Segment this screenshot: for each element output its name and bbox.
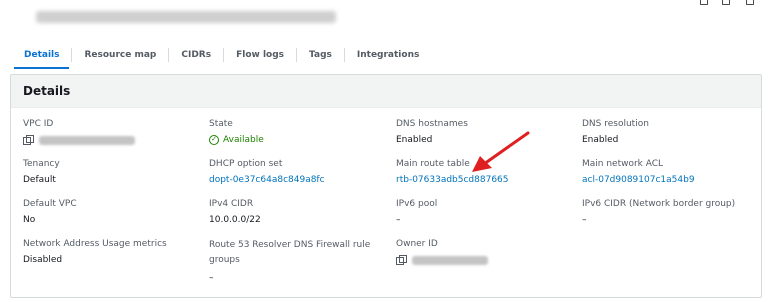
redacted-value xyxy=(412,255,488,265)
field-dhcp-option-set: DHCP option set dopt-0e37c64a8c849a8fc xyxy=(209,158,325,186)
annotation-arrow xyxy=(472,131,530,172)
details-header: Details xyxy=(11,75,761,108)
field-label: State xyxy=(209,119,233,129)
field-label: DHCP option set xyxy=(209,159,283,169)
field-value: – xyxy=(396,215,401,225)
field-value: 10.0.0.0/22 xyxy=(209,215,261,225)
tab-cidrs[interactable]: CIDRs xyxy=(169,45,223,65)
field-label: Default VPC xyxy=(23,199,77,209)
field-ipv4-cidr: IPv4 CIDR 10.0.0.0/22 xyxy=(209,198,261,226)
field-label: IPv6 pool xyxy=(396,199,438,209)
dhcp-option-set-link[interactable]: dopt-0e37c64a8c849a8fc xyxy=(209,174,325,186)
field-value: – xyxy=(209,273,214,283)
tab-integrations[interactable]: Integrations xyxy=(345,45,431,65)
field-label: IPv6 CIDR (Network border group) xyxy=(582,199,736,209)
field-label: Tenancy xyxy=(23,159,60,169)
details-panel: Details VPC ID State ✓ Available DNS hos… xyxy=(10,74,762,298)
field-label: Route 53 Resolver DNS Firewall rule grou… xyxy=(209,240,371,265)
toolbar-icon[interactable] xyxy=(722,0,730,5)
details-title: Details xyxy=(23,84,71,98)
field-state: State ✓ Available xyxy=(209,118,264,146)
field-label: VPC ID xyxy=(23,119,54,129)
toolbar-icon[interactable] xyxy=(700,0,708,5)
main-network-acl-link[interactable]: acl-07d9089107c1a54b9 xyxy=(582,174,695,186)
field-owner-id: Owner ID xyxy=(396,238,488,266)
status-success-icon: ✓ xyxy=(209,135,219,145)
field-label: IPv4 CIDR xyxy=(209,199,254,209)
field-tenancy: Tenancy Default xyxy=(23,158,60,186)
field-network-address-usage: Network Address Usage metrics Disabled xyxy=(23,238,167,266)
field-value: Enabled xyxy=(582,135,619,145)
field-vpc-id: VPC ID xyxy=(23,118,135,146)
tab-details[interactable]: Details xyxy=(12,45,71,69)
copy-icon[interactable] xyxy=(23,135,34,145)
field-ipv6-pool: IPv6 pool – xyxy=(396,198,437,226)
field-label: DNS hostnames xyxy=(396,119,468,129)
field-value: – xyxy=(582,215,587,225)
copy-icon[interactable] xyxy=(396,255,407,265)
tab-bar: Details Resource map CIDRs Flow logs Tag… xyxy=(12,44,431,69)
field-default-vpc: Default VPC No xyxy=(23,198,77,226)
field-label: Owner ID xyxy=(396,239,438,249)
field-label: DNS resolution xyxy=(582,119,649,129)
top-bar xyxy=(0,0,774,36)
redacted-vpc-title xyxy=(36,11,336,23)
field-label: Network Address Usage metrics xyxy=(23,239,167,249)
redacted-value xyxy=(39,135,135,145)
field-dns-resolution: DNS resolution Enabled xyxy=(582,118,649,146)
field-label: Main network ACL xyxy=(582,159,664,169)
field-value: Default xyxy=(23,175,56,185)
tab-resource-map[interactable]: Resource map xyxy=(72,45,168,65)
field-dns-hostnames: DNS hostnames Enabled xyxy=(396,118,468,146)
field-value: No xyxy=(23,215,36,225)
toolbar-icon[interactable] xyxy=(746,0,754,5)
field-main-network-acl: Main network ACL acl-07d9089107c1a54b9 xyxy=(582,158,695,186)
tab-tags[interactable]: Tags xyxy=(297,45,344,65)
status-value: Available xyxy=(223,135,264,145)
field-ipv6-cidr: IPv6 CIDR (Network border group) – xyxy=(582,198,735,226)
field-value: Enabled xyxy=(396,135,433,145)
tab-flow-logs[interactable]: Flow logs xyxy=(224,45,296,65)
field-route53-firewall: Route 53 Resolver DNS Firewall rule grou… xyxy=(209,238,379,284)
field-value: Disabled xyxy=(23,255,63,265)
